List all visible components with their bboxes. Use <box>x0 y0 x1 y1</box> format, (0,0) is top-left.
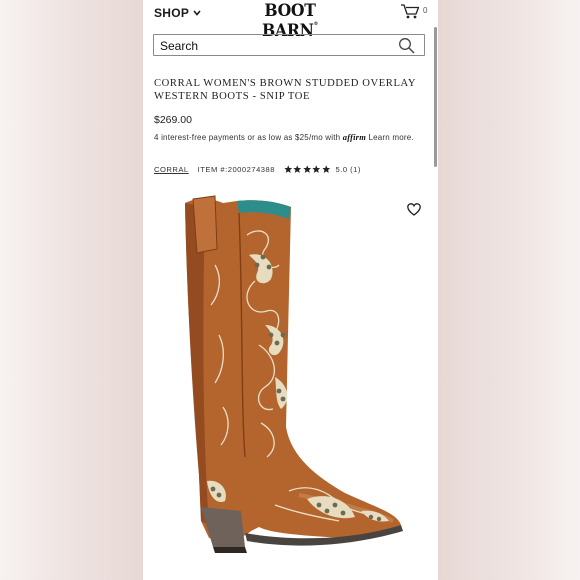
site-header: SHOP BOOT BARN® 0 <box>143 0 438 41</box>
product-price: $269.00 <box>154 114 192 126</box>
background-right <box>438 0 580 580</box>
brand-link[interactable]: CORRAL <box>154 165 189 174</box>
background-left <box>0 0 143 580</box>
chevron-down-icon <box>193 10 201 16</box>
learn-more-link[interactable]: Learn more. <box>368 133 413 142</box>
search-icon[interactable] <box>398 37 415 54</box>
search-input[interactable]: Search <box>153 34 425 56</box>
shop-label: SHOP <box>154 6 190 20</box>
star-rating[interactable] <box>284 165 331 174</box>
product-image[interactable] <box>179 195 404 560</box>
star-icon <box>322 165 331 174</box>
heart-icon[interactable] <box>407 203 421 216</box>
cart-button[interactable]: 0 <box>400 3 427 19</box>
affirm-logo: affirm <box>342 132 367 142</box>
star-icon <box>293 165 302 174</box>
financing-prefix: 4 interest-free payments or as low as $2… <box>154 133 341 142</box>
mobile-page: SHOP BOOT BARN® 0 Search CORRAL WOMEN'S … <box>143 0 438 580</box>
star-icon <box>284 165 293 174</box>
shop-menu-button[interactable]: SHOP <box>154 6 201 20</box>
cart-icon <box>401 4 420 19</box>
scrollbar[interactable] <box>434 27 437 167</box>
cart-count: 0 <box>423 6 428 15</box>
financing-text: 4 interest-free payments or as low as $2… <box>154 131 429 144</box>
star-icon <box>312 165 321 174</box>
product-title: CORRAL WOMEN'S BROWN STUDDED OVERLAY WES… <box>154 78 416 102</box>
search-label: Search <box>160 39 199 53</box>
star-icon <box>303 165 312 174</box>
item-number: ITEM #:2000274388 <box>197 165 275 174</box>
rating-text[interactable]: 5.0 (1) <box>335 165 360 174</box>
product-meta: CORRAL ITEM #:2000274388 5.0 (1) <box>154 165 361 174</box>
